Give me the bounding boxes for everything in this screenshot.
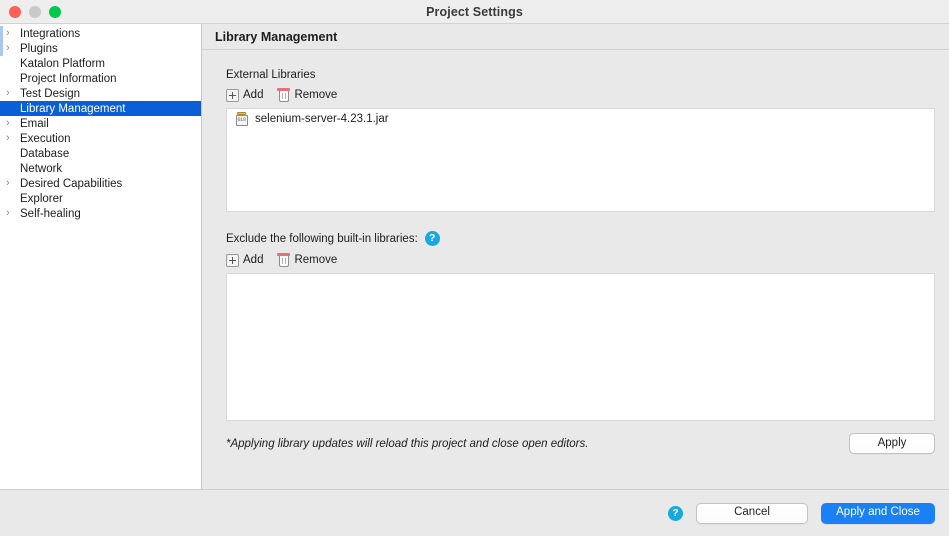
sidebar-item-label: Katalon Platform xyxy=(20,58,105,70)
plus-square-icon xyxy=(226,89,239,102)
chevron-right-icon[interactable]: › xyxy=(6,178,20,189)
jar-icon-text: 010 xyxy=(236,115,248,126)
title-bar: Project Settings xyxy=(0,0,949,24)
sidebar-item-test-design[interactable]: ›Test Design xyxy=(0,86,201,101)
sidebar-item-katalon-platform[interactable]: Katalon Platform xyxy=(0,56,201,71)
trash-icon xyxy=(277,253,290,267)
external-libraries-label-text: External Libraries xyxy=(226,69,315,81)
exclude-remove-label: Remove xyxy=(294,254,337,266)
chevron-right-icon[interactable]: › xyxy=(6,88,20,99)
exclude-help-icon[interactable]: ? xyxy=(425,231,440,246)
plus-square-icon xyxy=(226,254,239,267)
sidebar-item-execution[interactable]: ›Execution xyxy=(0,131,201,146)
cancel-button[interactable]: Cancel xyxy=(696,503,808,524)
external-remove-button[interactable]: Remove xyxy=(277,88,337,102)
chevron-right-icon[interactable]: › xyxy=(6,43,20,54)
sidebar-item-network[interactable]: Network xyxy=(0,161,201,176)
traffic-light-group xyxy=(9,6,61,18)
trash-icon xyxy=(277,88,290,102)
footnote-row: *Applying library updates will reload th… xyxy=(226,433,935,463)
list-item[interactable]: 010 selenium-server-4.23.1.jar xyxy=(227,109,934,128)
main-panel: Library Management External Libraries Ad… xyxy=(202,24,949,489)
chevron-right-icon[interactable]: › xyxy=(6,208,20,219)
exclude-libraries-list[interactable] xyxy=(226,273,935,421)
sidebar-item-label: Database xyxy=(20,148,69,160)
exclude-add-button[interactable]: Add xyxy=(226,254,263,267)
apply-button[interactable]: Apply xyxy=(849,433,935,454)
exclude-libraries-toolbar: Add Remove xyxy=(226,253,935,267)
sidebar-item-self-healing[interactable]: ›Self-healing xyxy=(0,206,201,221)
sidebar-item-label: Project Information xyxy=(20,73,117,85)
external-libraries-list[interactable]: 010 selenium-server-4.23.1.jar xyxy=(226,108,935,212)
window-title: Project Settings xyxy=(0,0,949,23)
sidebar-item-label: Self-healing xyxy=(20,208,81,220)
sidebar-item-library-management[interactable]: Library Management xyxy=(0,101,201,116)
sidebar-item-label: Integrations xyxy=(20,28,80,40)
sidebar-item-desired-capabilities[interactable]: ›Desired Capabilities xyxy=(0,176,201,191)
main-content: External Libraries Add Remove xyxy=(202,50,949,489)
sidebar-scrollbar[interactable] xyxy=(0,26,3,56)
close-button-icon[interactable] xyxy=(9,6,21,18)
exclude-libraries-label-text: Exclude the following built-in libraries… xyxy=(226,233,418,245)
sidebar-list: ›Integrations›PluginsKatalon PlatformPro… xyxy=(0,26,201,221)
maximize-button-icon[interactable] xyxy=(49,6,61,18)
sidebar-item-label: Plugins xyxy=(20,43,58,55)
sidebar-item-email[interactable]: ›Email xyxy=(0,116,201,131)
exclude-libraries-label: Exclude the following built-in libraries… xyxy=(226,231,935,246)
settings-sidebar[interactable]: ›Integrations›PluginsKatalon PlatformPro… xyxy=(0,24,202,489)
exclude-remove-button[interactable]: Remove xyxy=(277,253,337,267)
external-libraries-label: External Libraries xyxy=(226,69,935,81)
apply-footnote: *Applying library updates will reload th… xyxy=(226,438,588,450)
chevron-right-icon[interactable]: › xyxy=(6,118,20,129)
sidebar-item-label: Test Design xyxy=(20,88,80,100)
dialog-button-bar: ? Cancel Apply and Close xyxy=(0,489,949,536)
sidebar-item-label: Execution xyxy=(20,133,71,145)
external-libraries-rows: 010 selenium-server-4.23.1.jar xyxy=(227,109,934,128)
sidebar-item-label: Email xyxy=(20,118,49,130)
sidebar-item-project-information[interactable]: Project Information xyxy=(0,71,201,86)
jar-icon: 010 xyxy=(235,112,248,126)
sidebar-item-plugins[interactable]: ›Plugins xyxy=(0,41,201,56)
external-remove-label: Remove xyxy=(294,89,337,101)
exclude-add-label: Add xyxy=(243,254,263,266)
sidebar-item-database[interactable]: Database xyxy=(0,146,201,161)
page-title: Library Management xyxy=(202,24,949,50)
library-name: selenium-server-4.23.1.jar xyxy=(255,113,389,125)
minimize-button-icon[interactable] xyxy=(29,6,41,18)
external-add-button[interactable]: Add xyxy=(226,89,263,102)
project-settings-window: Project Settings ›Integrations›PluginsKa… xyxy=(0,0,949,536)
apply-and-close-button[interactable]: Apply and Close xyxy=(821,503,935,524)
sidebar-item-explorer[interactable]: Explorer xyxy=(0,191,201,206)
chevron-right-icon[interactable]: › xyxy=(6,28,20,39)
sidebar-item-label: Explorer xyxy=(20,193,63,205)
external-libraries-toolbar: Add Remove xyxy=(226,88,935,102)
external-add-label: Add xyxy=(243,89,263,101)
sidebar-item-label: Network xyxy=(20,163,62,175)
sidebar-item-label: Library Management xyxy=(20,103,125,115)
sidebar-item-label: Desired Capabilities xyxy=(20,178,122,190)
chevron-right-icon[interactable]: › xyxy=(6,133,20,144)
sidebar-item-integrations[interactable]: ›Integrations xyxy=(0,26,201,41)
body-split: ›Integrations›PluginsKatalon PlatformPro… xyxy=(0,24,949,489)
dialog-help-icon[interactable]: ? xyxy=(668,506,683,521)
